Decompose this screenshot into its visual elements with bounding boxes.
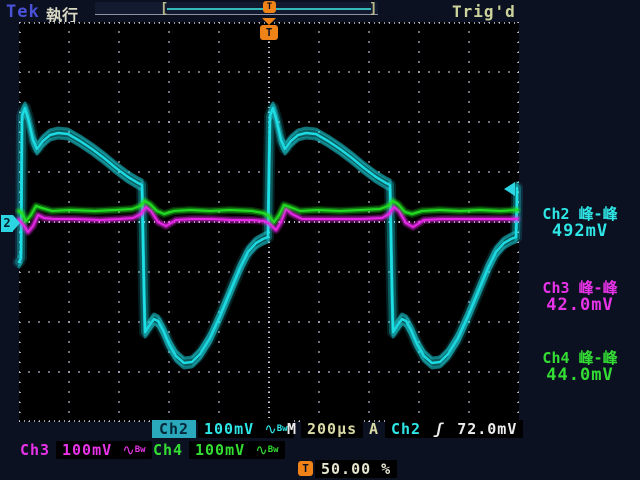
ch2-bandwidth-icon: Bw <box>277 424 288 434</box>
measurement-ch2-pkpk: Ch2 峰-峰 492mV <box>522 206 638 240</box>
center-horizontal-axis <box>19 221 519 223</box>
ch4-coupling-icon: ∿ <box>255 441 268 459</box>
graticule-ticks-right <box>517 22 519 422</box>
ch4-bandwidth-icon: Bw <box>268 445 279 455</box>
ch2-ground-marker-tip <box>13 215 20 231</box>
ch2-channel-button[interactable]: Ch2 <box>152 420 196 438</box>
horizontal-position-icon[interactable]: T <box>298 461 313 476</box>
timebase-label: M <box>287 420 297 438</box>
measurement-value: 492mV <box>522 223 638 240</box>
tek-logo: Tek <box>6 2 40 22</box>
measurement-value: 44.0mV <box>522 367 638 384</box>
trigger-mode-label: A <box>369 420 379 438</box>
timebase-readout[interactable]: 200µs <box>301 420 363 438</box>
record-view-baseline <box>95 14 378 15</box>
trigger-readout[interactable]: Ch2 ʃ 72.0mV <box>385 420 523 438</box>
trigger-position-flag-icon[interactable]: T <box>260 25 278 40</box>
trigger-status: Trig'd <box>452 2 516 21</box>
horizontal-position-readout[interactable]: 50.00 % <box>315 460 397 478</box>
ch4-scale-readout[interactable]: 100mV ∿Bw <box>189 441 285 459</box>
ch3-scale-value: 100mV <box>62 441 112 459</box>
record-trigger-position-icon[interactable]: T <box>263 1 276 13</box>
ch3-bandwidth-icon: Bw <box>135 445 146 455</box>
ch4-scale-value: 100mV <box>195 441 245 459</box>
ch4-channel-button[interactable]: Ch4 <box>153 441 183 459</box>
measurement-value: 42.0mV <box>522 297 638 314</box>
measurement-ch3-pkpk: Ch3 峰-峰 42.0mV <box>522 280 638 314</box>
graticule <box>19 22 519 422</box>
measurement-ch4-pkpk: Ch4 峰-峰 44.0mV <box>522 350 638 384</box>
ch2-scale-readout[interactable]: 100mV ∿Bw <box>198 420 294 438</box>
oscilloscope-screen: Tek 執行 Trig'd [ ] T T 2 Ch2 峰-峰 492mV Ch… <box>0 0 640 480</box>
trigger-source: Ch2 <box>391 420 421 438</box>
ch3-scale-readout[interactable]: 100mV ∿Bw <box>56 441 152 459</box>
trigger-level-arrow-icon[interactable] <box>504 182 515 196</box>
trigger-slope-icon: ʃ <box>431 420 447 438</box>
ch2-coupling-icon: ∿ <box>264 420 277 438</box>
ch2-scale-value: 100mV <box>204 420 254 438</box>
ch2-ground-marker[interactable]: 2 <box>1 215 13 232</box>
trigger-level: 72.0mV <box>457 420 517 438</box>
trigger-position-arrow-icon[interactable] <box>262 18 276 25</box>
ch3-coupling-icon: ∿ <box>122 441 135 459</box>
ch3-channel-button[interactable]: Ch3 <box>20 441 50 459</box>
